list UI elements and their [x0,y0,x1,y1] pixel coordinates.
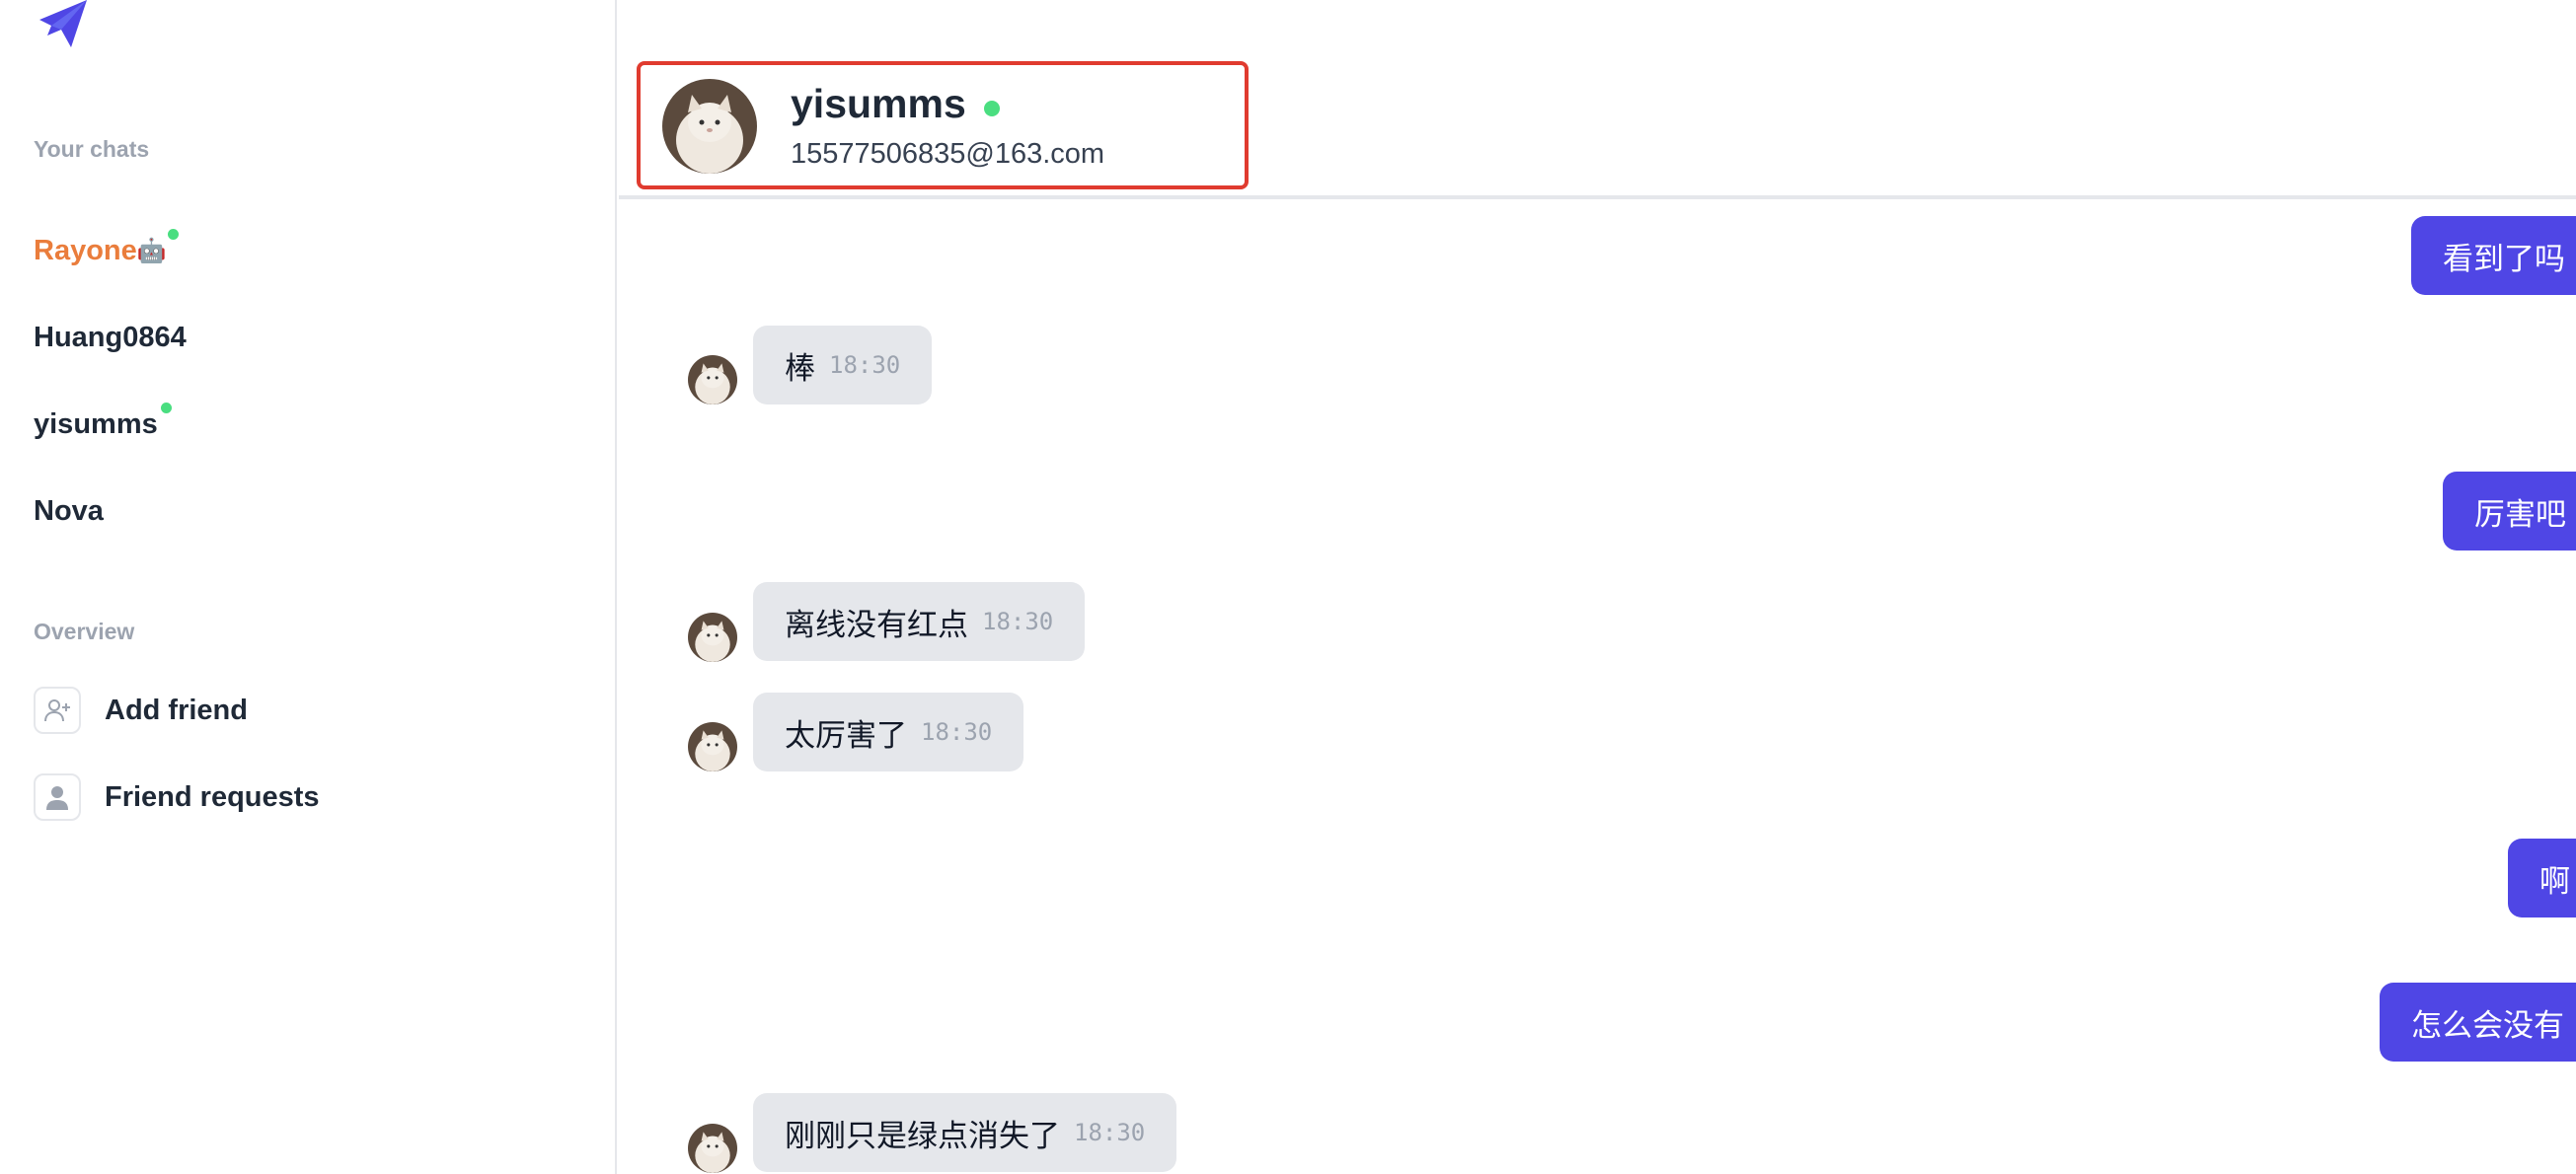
add-friend-label: Add friend [105,694,248,726]
online-indicator [168,229,179,240]
message-incoming: 刚刚只是绿点消失了 18:30 [753,1093,1177,1172]
message-time: 18:30 [921,718,993,746]
chat-item-name: yisumms [34,408,158,440]
message-text: 看到了吗 [2443,241,2565,276]
online-indicator [984,101,1000,116]
message-outgoing: 看到了吗 [2411,216,2576,295]
sender-avatar[interactable] [688,613,737,662]
chat-item-name: Rayone [34,235,137,266]
chat-item-huang0864[interactable]: Huang0864 [34,322,187,354]
message-outgoing: 厉害吧 [2443,472,2576,550]
overview-label: Overview [34,619,135,644]
sidebar: Your chats Rayone 🤖 Huang0864 yisumms Nov… [0,0,617,1174]
chat-item-nova[interactable]: Nova [34,495,104,528]
sender-avatar[interactable] [688,722,737,771]
user-plus-icon [34,687,81,734]
chat-item-name: Nova [34,495,104,527]
user-icon [34,773,81,821]
contact-avatar[interactable] [662,79,757,174]
message-text: 厉害吧 [2474,496,2566,532]
message-text: 棒 [785,350,815,386]
message-text: 怎么会没有 [2411,1007,2564,1043]
message-text: 离线没有红点 [785,607,968,642]
message-time: 18:30 [982,608,1054,635]
chat-item-name: Huang0864 [34,322,187,353]
message-time: 18:30 [829,351,901,379]
message-time: 18:30 [1074,1119,1146,1146]
friend-requests-label: Friend requests [105,780,320,813]
message-outgoing: 怎么会没有 [2380,983,2576,1062]
message-text: 啊 [2539,863,2570,899]
message-incoming: 太厉害了 18:30 [753,693,1024,771]
message-text: 太厉害了 [785,717,907,753]
robot-emoji-icon: 🤖 [136,238,167,264]
message-text: 刚刚只是绿点消失了 [785,1118,1060,1153]
add-friend-link[interactable]: Add friend [34,687,248,734]
message-incoming: 棒 18:30 [753,326,933,404]
online-indicator [161,403,172,413]
sender-avatar[interactable] [688,355,737,404]
contact-email: 15577506835@163.com [791,138,1105,170]
message-incoming: 离线没有红点 18:30 [753,582,1086,661]
chat-item-rayone[interactable]: Rayone 🤖 [34,235,167,267]
paper-plane-logo-icon[interactable] [36,0,91,51]
contact-name: yisumms [791,81,966,126]
message-outgoing: 啊 [2508,839,2576,917]
sender-avatar[interactable] [688,1124,737,1173]
header-divider [619,195,2576,199]
chat-header: yisumms 15577506835@163.com [637,61,1249,189]
friend-requests-link[interactable]: Friend requests [34,773,320,821]
chat-item-yisumms[interactable]: yisumms [34,408,158,441]
your-chats-label: Your chats [34,136,150,162]
